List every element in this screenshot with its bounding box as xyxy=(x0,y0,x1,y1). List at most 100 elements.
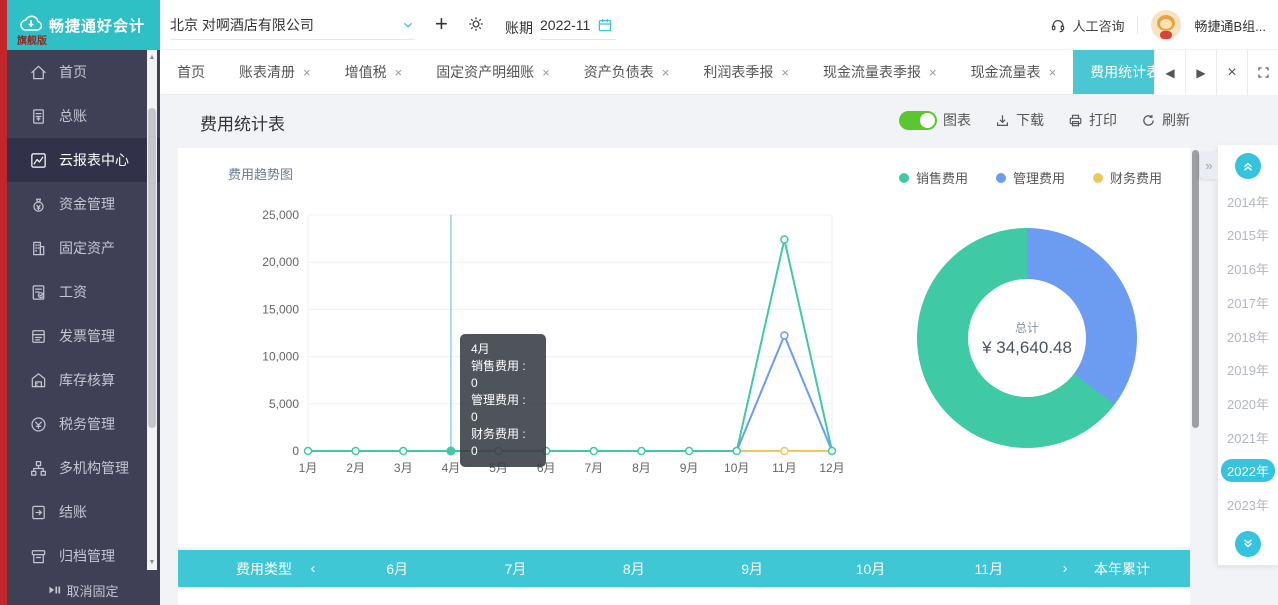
year-item[interactable]: 2016年 xyxy=(1221,257,1275,280)
legend-item[interactable]: 财务费用 xyxy=(1093,168,1162,187)
refresh-button[interactable]: 刷新 xyxy=(1141,110,1190,130)
tab-close-icon[interactable]: × xyxy=(395,65,403,80)
add-account-button[interactable]: + xyxy=(435,13,448,35)
sidebar-item-multi-org[interactable]: 多机构管理 xyxy=(7,446,160,490)
username[interactable]: 畅捷通B组... xyxy=(1194,16,1266,35)
fullscreen-button[interactable] xyxy=(1247,50,1278,95)
sidebar-item-closing[interactable]: 结账 xyxy=(7,490,160,534)
tab-item[interactable]: 现金流量表季报× xyxy=(806,50,954,94)
sidebar-item-home[interactable]: 首页 xyxy=(7,50,160,94)
avatar[interactable] xyxy=(1151,10,1181,40)
home-icon xyxy=(29,63,48,82)
tab-item[interactable]: 增值税× xyxy=(328,50,420,94)
company-selector[interactable]: 北京 对啊酒店有限公司 xyxy=(170,10,415,40)
month-column-header[interactable]: 11月 xyxy=(930,559,1048,579)
legend-dot-icon xyxy=(899,173,909,183)
sidebar-item-invoice[interactable]: 发票管理 xyxy=(7,314,160,358)
sidebar-item-label: 固定资产 xyxy=(59,238,115,258)
download-icon xyxy=(995,113,1010,128)
tabs-prev-button[interactable]: ◀ xyxy=(1154,50,1185,95)
chart-toggle[interactable] xyxy=(899,111,937,130)
year-item[interactable]: 2014年 xyxy=(1221,190,1275,213)
scroll-up-icon[interactable]: ▲ xyxy=(147,54,157,61)
page-scrollbar-thumb[interactable] xyxy=(1192,150,1199,428)
sidebar-item-label: 税务管理 xyxy=(59,414,115,434)
chart-toggle-label: 图表 xyxy=(943,110,971,130)
tab-item[interactable]: 资产负债表× xyxy=(567,50,687,94)
sidebar-scrollbar-thumb[interactable] xyxy=(148,108,156,428)
tabs-next-button[interactable]: ▶ xyxy=(1185,50,1216,95)
donut-chart[interactable]: 总计 ¥ 34,640.48 xyxy=(917,228,1137,448)
month-column-header[interactable]: 6月 xyxy=(338,559,456,579)
year-item[interactable]: 2023年 xyxy=(1221,493,1275,516)
sidebar-item-inventory[interactable]: 库存核算 xyxy=(7,358,160,402)
support-button[interactable]: 人工咨询 xyxy=(1050,16,1124,35)
tabs-close-button[interactable]: × xyxy=(1216,50,1247,95)
tab-item[interactable]: 利润表季报× xyxy=(686,50,806,94)
month-column-header[interactable]: 10月 xyxy=(811,559,929,579)
archive-icon xyxy=(29,547,48,566)
toolbar: 图表 下载 打印 刷新 xyxy=(899,95,1190,145)
svg-text:25,000: 25,000 xyxy=(262,208,299,222)
legend-item[interactable]: 管理费用 xyxy=(996,168,1065,187)
sidebar-item-fixed-assets[interactable]: 固定资产 xyxy=(7,226,160,270)
sidebar-item-ledger[interactable]: 总账 xyxy=(7,94,160,138)
year-item[interactable]: 2021年 xyxy=(1221,426,1275,449)
year-item[interactable]: 2017年 xyxy=(1221,291,1275,314)
period-picker[interactable]: 2022-11 xyxy=(540,10,616,40)
month-column-header[interactable]: 7月 xyxy=(456,559,574,579)
sidebar-item-funds[interactable]: 资金管理 xyxy=(7,182,160,226)
tab-close-icon[interactable]: × xyxy=(781,65,789,80)
month-column-header[interactable]: 8月 xyxy=(575,559,693,579)
year-item[interactable]: 2015年 xyxy=(1221,223,1275,246)
tab-item[interactable]: 账表清册× xyxy=(222,50,328,94)
sidebar-item-archive[interactable]: 归档管理 xyxy=(7,534,160,578)
tab-close-icon[interactable]: × xyxy=(542,65,550,80)
sidebar-item-payroll[interactable]: 工资 xyxy=(7,270,160,314)
svg-text:5月: 5月 xyxy=(489,461,508,475)
tab-close-icon[interactable]: × xyxy=(303,65,311,80)
print-button[interactable]: 打印 xyxy=(1068,110,1117,130)
year-item[interactable]: 2022年 xyxy=(1221,459,1275,482)
months-next-button[interactable]: › xyxy=(1058,560,1072,577)
svg-text:10,000: 10,000 xyxy=(262,350,299,364)
month-column-header[interactable]: 9月 xyxy=(693,559,811,579)
calendar-icon xyxy=(597,17,613,33)
scroll-down-icon[interactable]: ▼ xyxy=(147,559,157,566)
unpin-icon xyxy=(48,584,62,596)
sidebar-item-label: 首页 xyxy=(59,62,87,82)
year-list: 2014年 2015年 2016年 2017年 2018年 2019年 2020年 2021年… xyxy=(1218,179,1278,527)
sidebar-scrollbar[interactable]: ▲ ▼ xyxy=(147,50,157,570)
year-item[interactable]: 2019年 xyxy=(1221,358,1275,381)
months-prev-button[interactable]: ‹ xyxy=(306,560,320,577)
support-label: 人工咨询 xyxy=(1072,16,1124,35)
svg-text:1月: 1月 xyxy=(299,461,318,475)
tab-close-icon[interactable]: × xyxy=(662,65,670,80)
year-item[interactable]: 2020年 xyxy=(1221,392,1275,415)
sidebar-item-tax[interactable]: 税务管理 xyxy=(7,402,160,446)
expense-type-column-header: 费用类型 xyxy=(236,559,306,579)
chart-card: 费用趋势图 销售费用管理费用财务费用 05,00010,00015,00020,… xyxy=(178,148,1190,547)
line-chart-title: 费用趋势图 xyxy=(228,164,293,183)
legend-dot-icon xyxy=(996,173,1006,183)
sidebar-unpin-button[interactable]: 取消固定 xyxy=(7,575,160,605)
svg-text:11月: 11月 xyxy=(772,461,796,475)
years-scroll-up-button[interactable] xyxy=(1235,153,1261,179)
print-label: 打印 xyxy=(1089,110,1117,130)
download-button[interactable]: 下载 xyxy=(995,110,1044,130)
year-panel-collapse-handle[interactable]: » xyxy=(1200,152,1218,179)
tab-item[interactable]: 现金流量表× xyxy=(954,50,1074,94)
tab-item[interactable]: 首页 xyxy=(160,50,222,94)
tab-item[interactable]: 固定资产明细账× xyxy=(419,50,567,94)
years-scroll-down-button[interactable] xyxy=(1235,531,1261,557)
left-edge-strip xyxy=(0,0,7,605)
line-chart[interactable]: 05,00010,00015,00020,00025,0001月2月3月4月5月… xyxy=(218,206,878,496)
donut-total-value: ¥ 34,640.48 xyxy=(982,338,1072,358)
gear-icon[interactable] xyxy=(467,15,485,33)
tab-close-icon[interactable]: × xyxy=(1049,65,1057,80)
year-item[interactable]: 2018年 xyxy=(1221,325,1275,348)
sidebar-item-cloud-report[interactable]: 云报表中心 xyxy=(7,138,160,182)
tab-close-icon[interactable]: × xyxy=(929,65,937,80)
legend-item[interactable]: 销售费用 xyxy=(899,168,968,187)
donut-center: 总计 ¥ 34,640.48 xyxy=(968,279,1086,397)
